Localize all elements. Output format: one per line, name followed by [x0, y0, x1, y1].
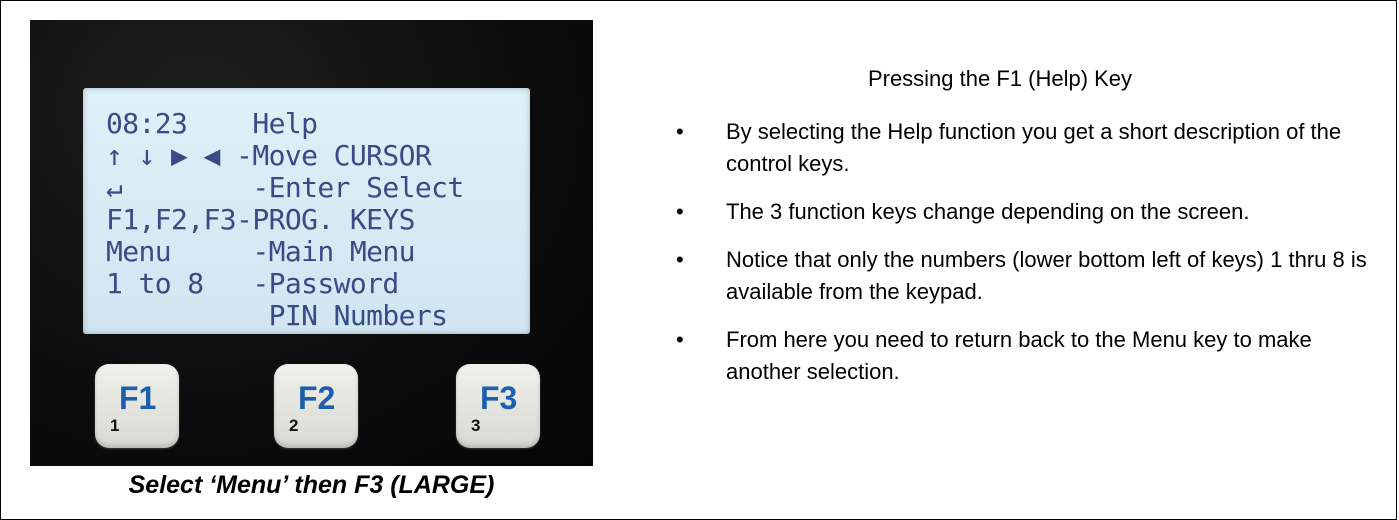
lcd-screen: 08:23 Help ↑ ↓ ▶ ◀ -Move CURSOR ↵ -Enter…: [83, 88, 530, 334]
f3-key-number: 3: [471, 416, 481, 435]
f2-key-label: F2: [298, 380, 336, 416]
lcd-line-enter-select: ↵ -Enter Select: [106, 171, 464, 204]
photo-caption: Select ‘Menu’ then F3 (LARGE): [128, 471, 495, 499]
f1-key-label: F1: [119, 380, 157, 416]
bullet-text: The 3 function keys change depending on …: [726, 199, 1250, 224]
bullet-list: • By selecting the Help function you get…: [676, 116, 1376, 404]
f3-key-label: F3: [480, 380, 518, 416]
f1-key-number: 1: [110, 416, 120, 435]
f3-key[interactable]: F3 3: [456, 364, 540, 448]
bullet-dot-icon: •: [676, 327, 684, 352]
f2-key-number: 2: [289, 416, 299, 435]
bullet-dot-icon: •: [676, 199, 684, 224]
bullet-text: Notice that only the numbers (lower bott…: [726, 247, 1367, 304]
lcd-line-pin-numbers: PIN Numbers: [106, 299, 448, 332]
lcd-line-prog-keys: F1,F2,F3-PROG. KEYS: [106, 203, 416, 236]
bullet-item: • From here you need to return back to t…: [676, 324, 1376, 388]
f1-key[interactable]: F1 1: [95, 364, 179, 448]
bullet-item: • Notice that only the numbers (lower bo…: [676, 244, 1376, 308]
bullet-dot-icon: •: [676, 119, 684, 144]
f2-key[interactable]: F2 2: [274, 364, 358, 448]
lcd-line-move-cursor: ↑ ↓ ▶ ◀ -Move CURSOR: [106, 139, 432, 172]
bullet-item: • The 3 function keys change depending o…: [676, 196, 1376, 228]
lcd-line-password: 1 to 8 -Password: [106, 267, 399, 300]
lcd-line-time-help: 08:23 Help: [106, 107, 318, 140]
lcd-line-main-menu: Menu -Main Menu: [106, 235, 416, 268]
bullet-dot-icon: •: [676, 247, 684, 272]
bullet-text: By selecting the Help function you get a…: [726, 119, 1342, 176]
section-heading: Pressing the F1 (Help) Key: [867, 66, 1133, 91]
bullet-text: From here you need to return back to the…: [726, 327, 1312, 384]
bullet-item: • By selecting the Help function you get…: [676, 116, 1376, 180]
